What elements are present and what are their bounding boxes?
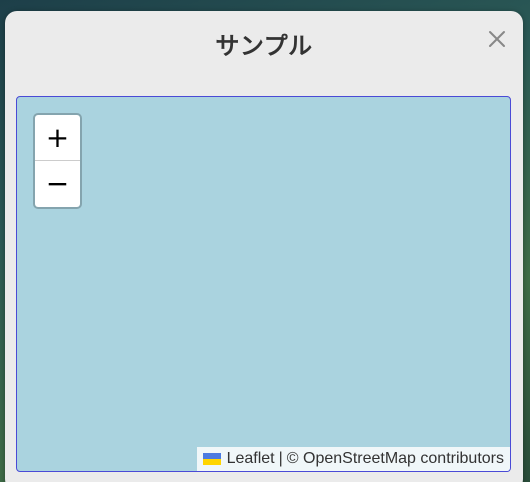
zoom-out-button[interactable]: − [35, 161, 80, 206]
map-view[interactable]: + − Leaflet | © OpenStreetMap contributo… [16, 96, 511, 472]
dialog-title: サンプル [215, 32, 313, 60]
modal-dialog: サンプル + − Leaflet | © OpenStreetMap contr… [5, 11, 523, 482]
zoom-in-button[interactable]: + [35, 115, 80, 161]
zoom-control: + − [33, 113, 82, 209]
leaflet-link[interactable]: Leaflet [227, 450, 275, 468]
openstreetmap-link[interactable]: © OpenStreetMap contributors [287, 450, 504, 468]
ukraine-flag-icon [202, 453, 221, 465]
close-icon [489, 31, 505, 47]
attribution-separator: | [278, 450, 283, 467]
map-attribution: Leaflet | © OpenStreetMap contributors [196, 447, 510, 471]
close-button[interactable] [486, 28, 508, 50]
